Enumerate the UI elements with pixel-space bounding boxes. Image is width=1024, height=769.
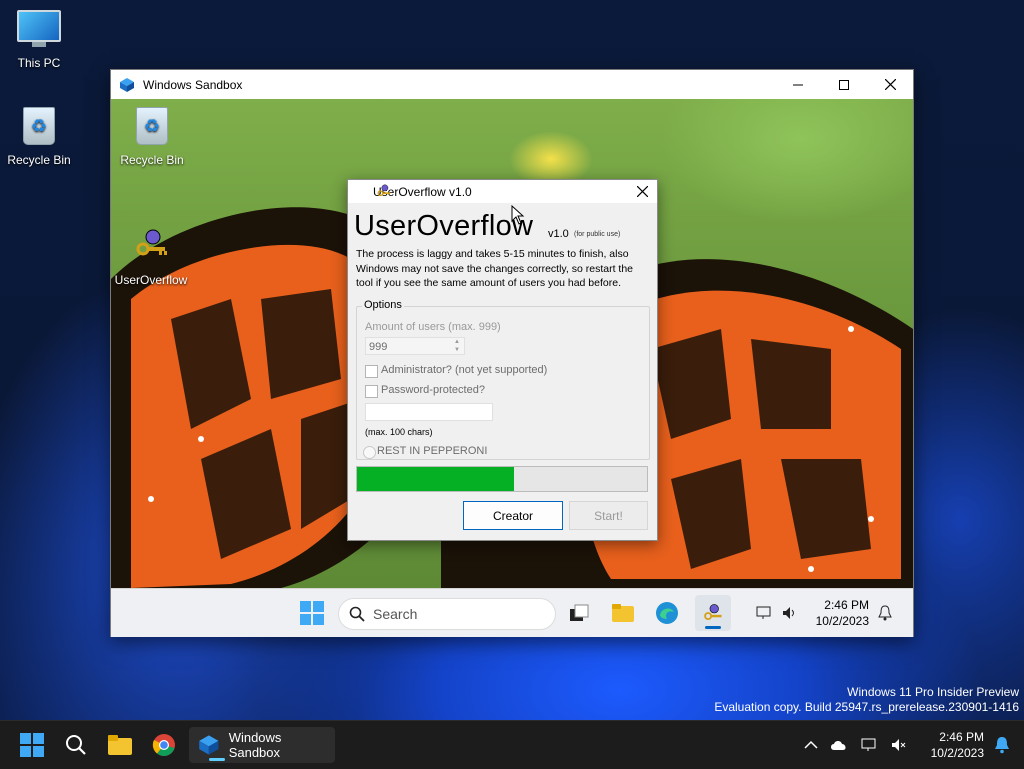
sandbox-clock-time: 2:46 PM bbox=[824, 598, 869, 612]
close-icon bbox=[636, 186, 648, 197]
folder-icon bbox=[612, 604, 634, 622]
start-button[interactable] bbox=[14, 727, 50, 763]
close-button[interactable] bbox=[867, 70, 913, 99]
amount-of-users-value: 999 bbox=[369, 341, 388, 353]
administrator-checkbox[interactable] bbox=[365, 365, 378, 378]
rest-in-pepperoni-radio[interactable] bbox=[363, 446, 376, 459]
desktop-icon-label: UserOverflow bbox=[114, 273, 188, 287]
sandbox-clock-date: 10/2/2023 bbox=[815, 614, 869, 628]
chevron-up-icon[interactable] bbox=[804, 740, 818, 750]
folder-icon bbox=[108, 735, 132, 755]
close-icon bbox=[884, 79, 896, 90]
rest-in-pepperoni-label: REST IN PEPPERONI bbox=[377, 445, 488, 457]
options-legend: Options bbox=[362, 299, 404, 311]
app-description: The process is laggy and takes 5-15 minu… bbox=[356, 248, 634, 289]
host-clock[interactable]: 2:46 PM 10/2/2023 bbox=[931, 729, 984, 761]
recycle-bin-icon: ♻ bbox=[130, 107, 174, 147]
notification-bell-icon[interactable] bbox=[994, 736, 1010, 754]
network-icon[interactable] bbox=[755, 605, 773, 621]
notification-bell-icon[interactable] bbox=[878, 605, 892, 621]
sandbox-tray bbox=[755, 589, 799, 637]
sandbox-title-bar[interactable]: Windows Sandbox bbox=[111, 70, 913, 99]
useroverflow-app-icon bbox=[704, 604, 722, 621]
useroverflow-dialog[interactable]: UserOverflow v1.0 UserOverflow v1.0 (for… bbox=[347, 179, 658, 541]
system-tray bbox=[804, 721, 908, 769]
sandbox-app-icon bbox=[120, 77, 134, 92]
watermark-line-2: Evaluation copy. Build 25947.rs_prerelea… bbox=[714, 700, 1019, 714]
start-button[interactable]: Start! bbox=[569, 501, 648, 530]
volume-muted-icon[interactable] bbox=[890, 737, 908, 753]
desktop-icon-this-pc[interactable]: This PC bbox=[0, 10, 78, 70]
taskbar-app-label: Windows Sandbox bbox=[228, 730, 282, 760]
watermark-line-1: Windows 11 Pro Insider Preview bbox=[847, 685, 1019, 699]
host-taskbar: Windows Sandbox 2:46 PM 10/2/2023 bbox=[0, 720, 1024, 769]
sandbox-desktop-icon-recycle-bin[interactable]: ♻ Recycle Bin bbox=[113, 107, 191, 167]
desktop-icon-label: Recycle Bin bbox=[7, 153, 71, 167]
volume-icon[interactable] bbox=[781, 605, 799, 621]
sandbox-app-icon bbox=[199, 735, 219, 755]
options-group: Options Amount of users (max. 999) 999 ▲… bbox=[356, 299, 650, 460]
recycle-bin-icon: ♻ bbox=[17, 107, 61, 147]
desktop-icon-label: This PC bbox=[17, 56, 61, 70]
maximize-icon bbox=[839, 79, 849, 90]
sandbox-task-view-button[interactable] bbox=[563, 595, 595, 631]
onedrive-icon[interactable] bbox=[830, 737, 848, 753]
windows-logo-icon bbox=[300, 601, 324, 625]
network-icon[interactable] bbox=[860, 737, 878, 753]
stepper-up-icon[interactable]: ▲ bbox=[450, 338, 464, 346]
sandbox-useroverflow-taskbar-button[interactable] bbox=[695, 595, 731, 631]
computer-icon bbox=[17, 10, 61, 50]
search-placeholder: Search bbox=[373, 606, 418, 622]
administrator-label: Administrator? (not yet supported) bbox=[381, 364, 548, 376]
maximize-button[interactable] bbox=[821, 70, 867, 99]
sandbox-search-box[interactable]: Search bbox=[338, 598, 556, 630]
sandbox-edge-button[interactable] bbox=[651, 595, 683, 631]
password-protected-label: Password-protected? bbox=[381, 384, 485, 396]
sandbox-start-button[interactable] bbox=[296, 595, 328, 631]
stepper-down-icon[interactable]: ▼ bbox=[450, 346, 464, 354]
password-hint: (max. 100 chars) bbox=[365, 427, 433, 437]
creator-button[interactable]: Creator bbox=[463, 501, 563, 530]
active-indicator bbox=[209, 758, 225, 761]
progress-bar bbox=[356, 466, 648, 492]
file-explorer-button[interactable] bbox=[102, 727, 138, 763]
host-clock-time: 2:46 PM bbox=[939, 730, 984, 744]
edge-icon bbox=[656, 602, 678, 624]
search-icon bbox=[66, 735, 86, 755]
host-clock-date: 10/2/2023 bbox=[930, 746, 984, 760]
mouse-cursor-icon bbox=[511, 205, 525, 225]
desktop-icon-label: Recycle Bin bbox=[120, 153, 184, 167]
chrome-icon bbox=[152, 734, 175, 756]
dialog-title-bar[interactable]: UserOverflow v1.0 bbox=[348, 180, 657, 203]
sandbox-file-explorer-button[interactable] bbox=[607, 595, 639, 631]
sandbox-clock[interactable]: 2:46 PM 10/2/2023 bbox=[811, 597, 869, 629]
search-icon bbox=[349, 606, 365, 622]
progress-fill bbox=[357, 467, 514, 491]
amount-of-users-stepper[interactable]: 999 ▲ ▼ bbox=[365, 337, 465, 355]
task-view-icon bbox=[570, 604, 589, 621]
search-button[interactable] bbox=[58, 727, 94, 763]
useroverflow-app-icon bbox=[129, 227, 173, 267]
sandbox-taskbar: Search 2:46 PM 10/2/2023 bbox=[111, 588, 913, 637]
minimize-icon bbox=[793, 84, 803, 85]
amount-of-users-label: Amount of users (max. 999) bbox=[365, 321, 501, 333]
evaluation-watermark: Windows 11 Pro Insider Preview Evaluatio… bbox=[714, 685, 1019, 715]
useroverflow-app-icon bbox=[377, 184, 391, 197]
windows-sandbox-taskbar-button[interactable]: Windows Sandbox bbox=[189, 727, 335, 763]
minimize-button[interactable] bbox=[775, 70, 821, 99]
dialog-close-button[interactable] bbox=[627, 180, 657, 203]
active-indicator bbox=[705, 626, 721, 629]
password-protected-checkbox[interactable] bbox=[365, 385, 378, 398]
app-name-heading: UserOverflow bbox=[354, 210, 534, 242]
sandbox-title: Windows Sandbox bbox=[143, 77, 243, 92]
password-input[interactable] bbox=[365, 403, 493, 421]
desktop-icon-recycle-bin[interactable]: ♻ Recycle Bin bbox=[0, 107, 78, 167]
sandbox-desktop-icon-useroverflow[interactable]: UserOverflow bbox=[112, 227, 190, 287]
chrome-button[interactable] bbox=[146, 727, 182, 763]
app-version: v1.0 bbox=[548, 228, 569, 240]
app-edition: (for public use) bbox=[574, 231, 621, 238]
windows-logo-icon bbox=[20, 733, 44, 757]
